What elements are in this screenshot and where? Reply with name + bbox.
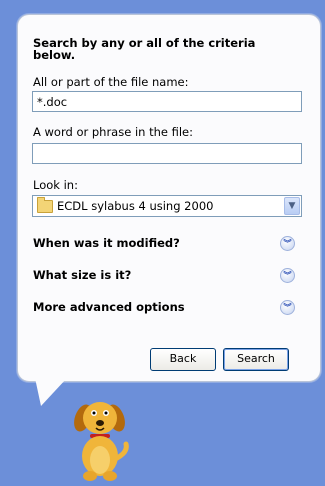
chevron-down-icon[interactable]: ▼ — [284, 197, 300, 215]
section-when-modified[interactable]: When was it modified? — [33, 236, 180, 250]
folder-icon — [37, 197, 53, 213]
section-size[interactable]: What size is it? — [33, 268, 131, 282]
filename-label: All or part of the file name: — [33, 75, 189, 89]
search-dog-icon[interactable] — [66, 398, 136, 484]
section-advanced[interactable]: More advanced options — [33, 300, 185, 314]
filename-input[interactable]: *.doc — [32, 91, 302, 112]
lookin-label: Look in: — [33, 178, 78, 192]
double-chevron-down-icon[interactable]: ︾ — [280, 268, 295, 283]
phrase-input[interactable] — [32, 143, 302, 164]
speech-bubble-tail — [35, 378, 67, 406]
lookin-value: ECDL sylabus 4 using 2000 — [57, 199, 214, 213]
double-chevron-down-icon[interactable]: ︾ — [280, 236, 295, 251]
lookin-dropdown[interactable]: ECDL sylabus 4 using 2000 ▼ — [32, 195, 302, 217]
phrase-label: A word or phrase in the file: — [33, 125, 194, 139]
search-button[interactable]: Search — [223, 348, 289, 371]
back-button[interactable]: Back — [150, 348, 216, 371]
double-chevron-down-icon[interactable]: ︾ — [280, 300, 295, 315]
panel-title: Search by any or all of the criteria bel… — [33, 36, 256, 62]
